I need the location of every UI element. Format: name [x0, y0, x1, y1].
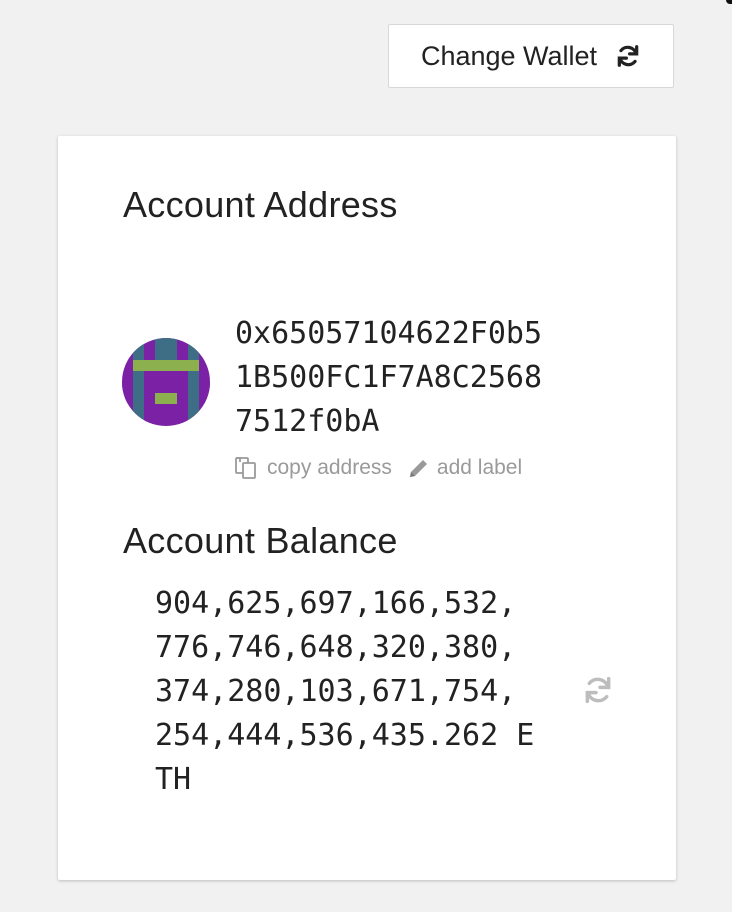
account-balance-value: 904,625,697,166,532, 776,746,648,320,380… [155, 586, 535, 797]
refresh-icon [615, 43, 641, 69]
account-identicon [122, 338, 210, 426]
account-address-title: Account Address [123, 184, 398, 225]
refresh-icon [582, 676, 614, 710]
refresh-balance-button[interactable] [582, 674, 614, 706]
account-card: Account Address 0x65057104622F0b5 1B500F… [58, 136, 676, 880]
account-address-value: 0x65057104622F0b5 1B500FC1F7A8C2568 7512… [235, 316, 543, 439]
copy-address-label: copy address [267, 456, 392, 479]
add-label-link[interactable]: add label [408, 456, 522, 480]
account-balance-title: Account Balance [123, 520, 398, 561]
copy-address-link[interactable]: copy address [234, 456, 392, 480]
pencil-icon [408, 457, 430, 479]
copy-icon [234, 456, 260, 480]
change-wallet-label: Change Wallet [420, 40, 598, 71]
address-actions: copy address add label [234, 456, 522, 480]
change-wallet-button[interactable]: Change Wallet [388, 24, 674, 88]
add-label-text: add label [436, 456, 523, 479]
window-corner [726, 0, 732, 4]
